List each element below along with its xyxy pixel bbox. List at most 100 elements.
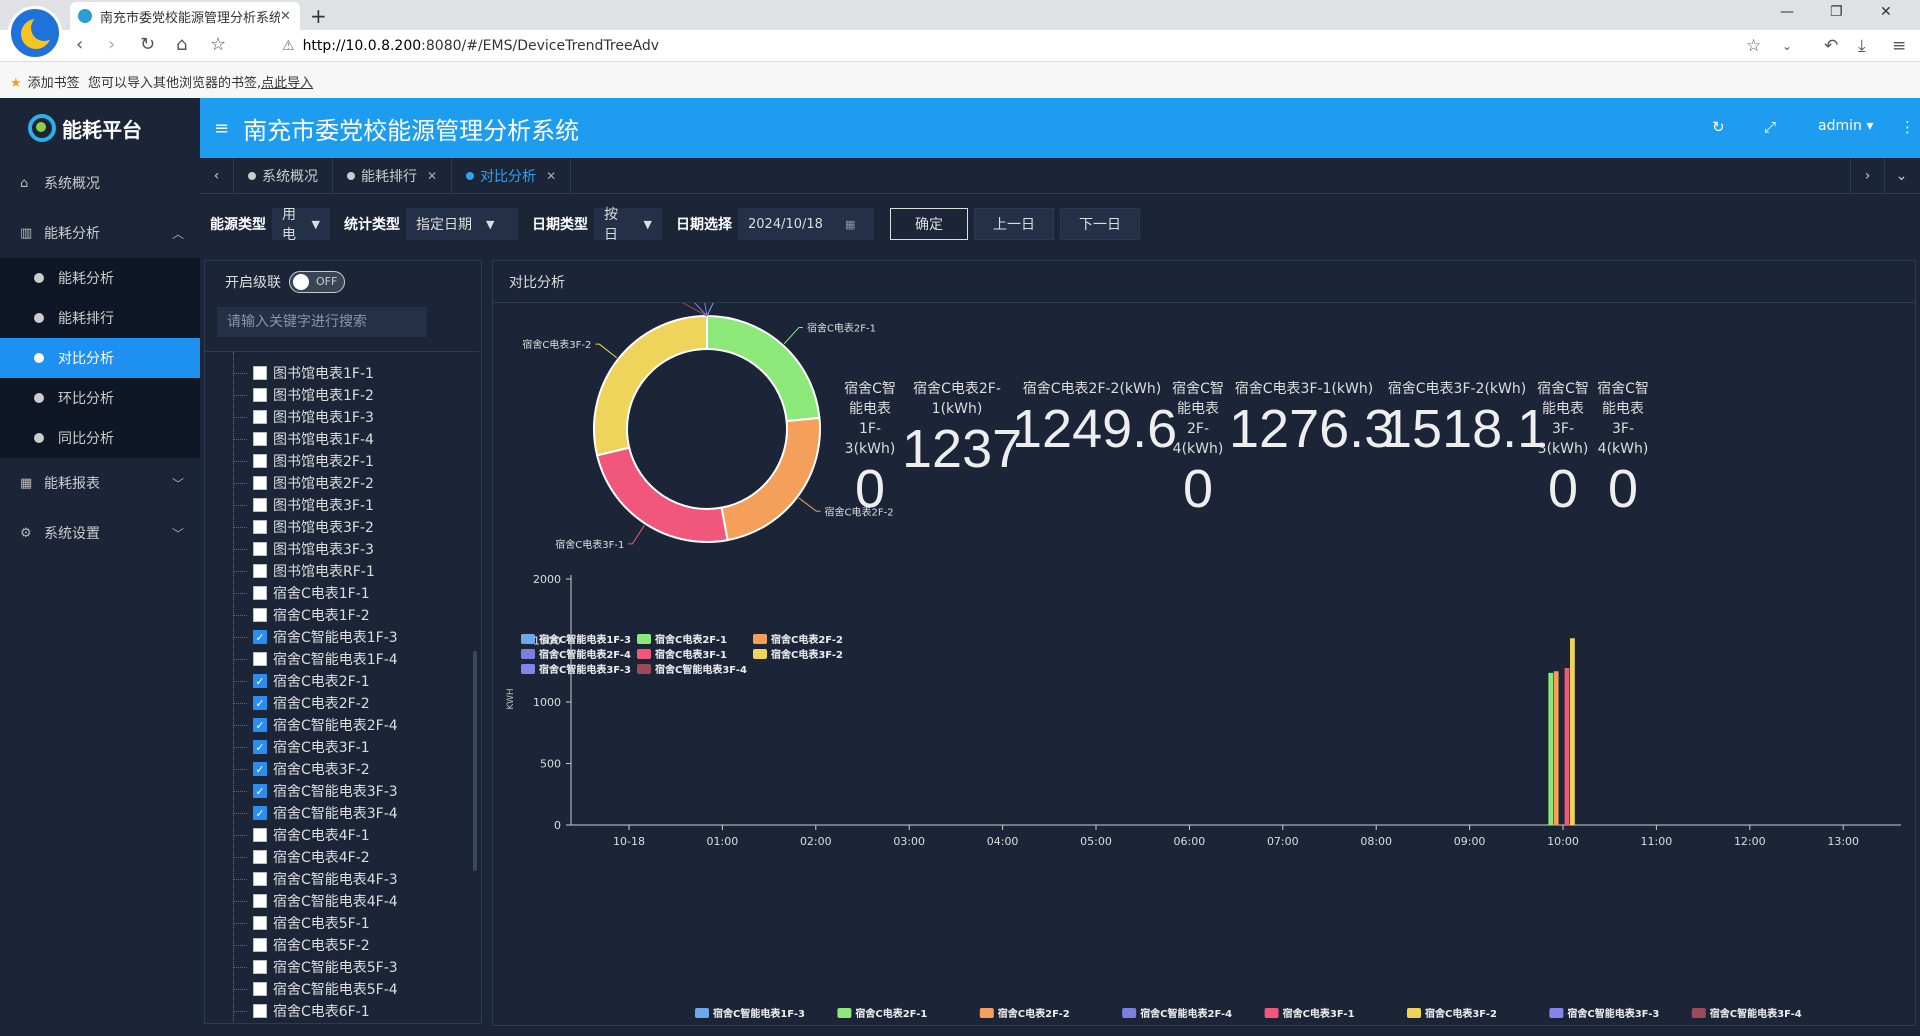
tree-node[interactable]: 宿舍C智能电表4F-4 xyxy=(205,890,479,912)
import-link[interactable]: 点此导入 xyxy=(261,76,313,91)
checkbox-checked[interactable]: ✓ xyxy=(253,696,267,710)
new-tab-icon[interactable]: + xyxy=(310,4,327,28)
close-window-icon[interactable]: ✕ xyxy=(1880,4,1892,20)
checkbox-checked[interactable]: ✓ xyxy=(253,806,267,820)
sidebar-item-report[interactable]: ▦ 能耗报表 ﹀ xyxy=(0,458,200,508)
tree-node[interactable]: 宿舍C电表5F-1 xyxy=(205,912,479,934)
back-icon[interactable]: ‹ xyxy=(76,34,83,55)
bookmark-star-icon[interactable]: ☆ xyxy=(210,34,226,55)
checkbox[interactable] xyxy=(253,432,267,446)
more-icon[interactable]: ⋮ xyxy=(1900,118,1915,136)
tree-node[interactable]: 宿舍C电表6F-1 xyxy=(205,1000,479,1022)
date-type-select[interactable]: 按日 ▼ xyxy=(594,207,662,243)
browser-tab[interactable]: 南充市委党校能源管理分析系统 ✕ xyxy=(70,2,300,30)
hamburger-icon[interactable]: ≡ xyxy=(214,118,229,139)
checkbox[interactable] xyxy=(253,410,267,424)
checkbox[interactable] xyxy=(253,960,267,974)
checkbox-checked[interactable]: ✓ xyxy=(253,740,267,754)
sub-item-energy[interactable]: 能耗分析 xyxy=(0,258,200,298)
sidebar-item-energy-analysis[interactable]: ▥ 能耗分析 ︿ xyxy=(0,208,200,258)
chevron-left-icon[interactable]: ‹ xyxy=(200,158,234,193)
sub-item-yoy[interactable]: 同比分析 xyxy=(0,418,200,458)
cascade-switch[interactable]: OFF xyxy=(289,271,345,293)
tree-node[interactable]: ✓ 宿舍C智能电表2F-4 xyxy=(205,714,479,736)
download-icon[interactable]: ⤓ xyxy=(1858,36,1866,56)
tree-node[interactable]: 图书馆电表RF-1 xyxy=(205,560,479,582)
tree-node[interactable]: 宿舍C电表1F-2 xyxy=(205,604,479,626)
checkbox[interactable] xyxy=(253,388,267,402)
sub-item-mom[interactable]: 环比分析 xyxy=(0,378,200,418)
tree-node[interactable]: ✓ 宿舍C电表3F-2 xyxy=(205,758,479,780)
checkbox-checked[interactable]: ✓ xyxy=(253,762,267,776)
minimize-icon[interactable]: — xyxy=(1780,4,1794,20)
close-icon[interactable]: ✕ xyxy=(546,169,556,183)
energy-type-select[interactable]: 用电 ▼ xyxy=(272,207,330,243)
tree-node[interactable]: 宿舍C智能电表4F-3 xyxy=(205,868,479,890)
home-icon[interactable]: ⌂ xyxy=(176,34,187,55)
checkbox[interactable] xyxy=(253,850,267,864)
refresh-icon[interactable]: ↻ xyxy=(1712,118,1725,136)
forward-icon[interactable]: › xyxy=(108,34,115,55)
reload-icon[interactable]: ↻ xyxy=(140,34,155,55)
tree-node[interactable]: ✓ 宿舍C电表3F-1 xyxy=(205,736,479,758)
restore-icon[interactable]: ❐ xyxy=(1830,4,1843,20)
tree-node[interactable]: 图书馆电表1F-2 xyxy=(205,384,479,406)
tree-node[interactable]: 图书馆电表2F-2 xyxy=(205,472,479,494)
stat-type-select[interactable]: 指定日期 ▼ xyxy=(406,208,518,240)
checkbox[interactable] xyxy=(253,872,267,886)
checkbox[interactable] xyxy=(253,520,267,534)
tree-node[interactable]: 图书馆电表1F-1 xyxy=(205,362,479,384)
tree-node[interactable]: ✓ 宿舍C智能电表1F-3 xyxy=(205,626,479,648)
chevron-right-icon[interactable]: › xyxy=(1850,158,1884,193)
tree-node[interactable]: 宿舍C电表5F-2 xyxy=(205,934,479,956)
checkbox-checked[interactable]: ✓ xyxy=(253,674,267,688)
tab-overview[interactable]: 系统概况 xyxy=(234,158,333,193)
tree-node[interactable]: 图书馆电表3F-2 xyxy=(205,516,479,538)
checkbox[interactable] xyxy=(253,366,267,380)
tree-node[interactable]: 图书馆电表3F-1 xyxy=(205,494,479,516)
tree-node[interactable]: 宿舍C智能电表1F-4 xyxy=(205,648,479,670)
chevron-down-icon[interactable]: ⌄ xyxy=(1782,39,1792,53)
sub-item-compare[interactable]: 对比分析 xyxy=(0,338,200,378)
chevron-down-icon[interactable]: ⌄ xyxy=(1884,158,1918,193)
sidebar-item-overview[interactable]: ⌂ 系统概况 xyxy=(0,158,200,208)
tree-node[interactable]: 图书馆电表2F-1 xyxy=(205,450,479,472)
undo-icon[interactable]: ↶ xyxy=(1824,36,1838,56)
add-bookmark-link[interactable]: 添加书签 xyxy=(28,76,80,91)
checkbox[interactable] xyxy=(253,916,267,930)
tree-node[interactable]: 宿舍C电表1F-1 xyxy=(205,582,479,604)
checkbox[interactable] xyxy=(253,982,267,996)
checkbox-checked[interactable]: ✓ xyxy=(253,630,267,644)
tree-scrollbar[interactable] xyxy=(473,651,477,871)
checkbox[interactable] xyxy=(253,652,267,666)
tree-node[interactable]: 图书馆电表3F-3 xyxy=(205,538,479,560)
tab-compare[interactable]: 对比分析 ✕ xyxy=(452,158,572,193)
tree-node[interactable]: ✓ 宿舍C电表2F-2 xyxy=(205,692,479,714)
favorite-icon[interactable]: ☆ xyxy=(1746,36,1761,56)
tree-node[interactable]: 宿舍C智能电表5F-3 xyxy=(205,956,479,978)
date-picker[interactable]: 2024/10/18 ▦ xyxy=(738,208,874,240)
close-tab-icon[interactable]: ✕ xyxy=(280,9,292,24)
checkbox[interactable] xyxy=(253,608,267,622)
next-day-button[interactable]: 下一日 xyxy=(1060,208,1140,240)
checkbox[interactable] xyxy=(253,938,267,952)
url-field[interactable]: ⚠ http://10.0.8.200:8080/#/EMS/DeviceTren… xyxy=(282,38,659,54)
checkbox[interactable] xyxy=(253,564,267,578)
checkbox[interactable] xyxy=(253,586,267,600)
tree-node[interactable]: 宿舍C电表4F-1 xyxy=(205,824,479,846)
prev-day-button[interactable]: 上一日 xyxy=(974,208,1054,240)
tree-node[interactable]: ✓ 宿舍C智能电表3F-3 xyxy=(205,780,479,802)
tree-node[interactable]: ✓ 宿舍C电表2F-1 xyxy=(205,670,479,692)
checkbox[interactable] xyxy=(253,542,267,556)
checkbox[interactable] xyxy=(253,498,267,512)
tree-node[interactable]: ✓ 宿舍C智能电表3F-4 xyxy=(205,802,479,824)
checkbox-checked[interactable]: ✓ xyxy=(253,784,267,798)
fullscreen-icon[interactable]: ⤢ xyxy=(1764,118,1776,136)
sub-item-ranking[interactable]: 能耗排行 xyxy=(0,298,200,338)
checkbox[interactable] xyxy=(253,1004,267,1018)
tree-node[interactable]: 宿舍C智能电表5F-4 xyxy=(205,978,479,1000)
tab-ranking[interactable]: 能耗排行 ✕ xyxy=(333,158,453,193)
checkbox-checked[interactable]: ✓ xyxy=(253,718,267,732)
close-icon[interactable]: ✕ xyxy=(427,169,437,183)
tree-node[interactable]: 图书馆电表1F-4 xyxy=(205,428,479,450)
